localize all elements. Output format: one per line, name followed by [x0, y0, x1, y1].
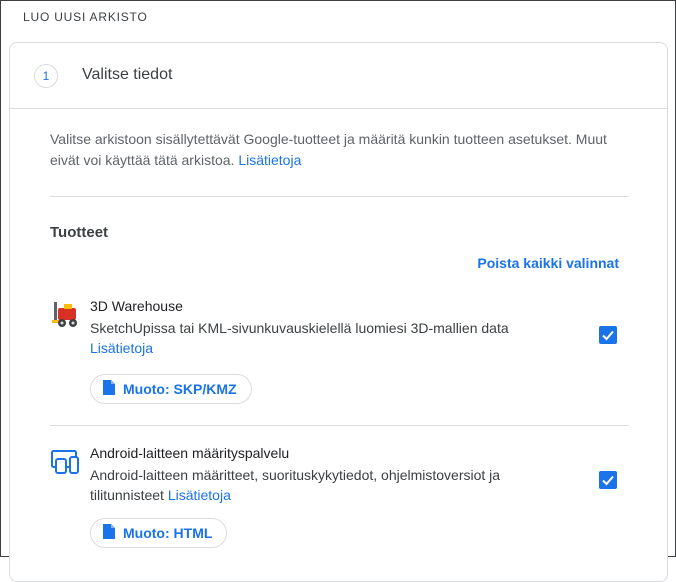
intro-text: Valitse arkistoon sisällytettävät Google… — [50, 129, 630, 171]
3d-warehouse-icon — [50, 298, 82, 330]
step-title: Valitse tiedot — [82, 66, 173, 83]
step-number: 1 — [34, 64, 58, 88]
checkmark-icon — [602, 475, 614, 486]
divider — [50, 425, 629, 426]
divider — [50, 196, 629, 197]
checkmark-icon — [602, 330, 614, 341]
product-description: SketchUpissa tai KML-sivunkuvauskielellä… — [90, 318, 530, 358]
product-name: Android-laitteen määrityspalvelu — [90, 445, 290, 461]
product-checkbox[interactable] — [599, 471, 617, 489]
product-learn-more-link[interactable]: Lisätietoja — [168, 487, 231, 503]
export-card: 1 Valitse tiedot Valitse arkistoon sisäl… — [9, 42, 668, 582]
products-section-title: Tuotteet — [50, 224, 109, 241]
product-description-text: Android-laitteen määritteet, suorituskyk… — [90, 467, 501, 503]
document-icon — [103, 524, 115, 542]
format-label: Muoto: SKP/KMZ — [123, 381, 237, 397]
product-learn-more-link[interactable]: Lisätietoja — [90, 340, 153, 356]
intro-learn-more-link[interactable]: Lisätietoja — [238, 152, 301, 168]
format-button[interactable]: Muoto: HTML — [90, 518, 228, 548]
document-icon — [103, 380, 115, 398]
format-button[interactable]: Muoto: SKP/KMZ — [90, 374, 252, 404]
product-description-text: SketchUpissa tai KML-sivunkuvauskielellä… — [90, 320, 509, 336]
format-label: Muoto: HTML — [123, 525, 213, 541]
android-devices-icon — [50, 445, 82, 477]
page-heading: LUO UUSI ARKISTO — [23, 10, 148, 24]
product-name: 3D Warehouse — [90, 298, 183, 314]
product-checkbox[interactable] — [599, 326, 617, 344]
product-description: Android-laitteen määritteet, suorituskyk… — [90, 465, 530, 505]
deselect-all-button[interactable]: Poista kaikki valinnat — [477, 255, 619, 271]
intro-description: Valitse arkistoon sisällytettävät Google… — [50, 131, 607, 168]
step-header: 1 Valitse tiedot — [10, 43, 667, 109]
